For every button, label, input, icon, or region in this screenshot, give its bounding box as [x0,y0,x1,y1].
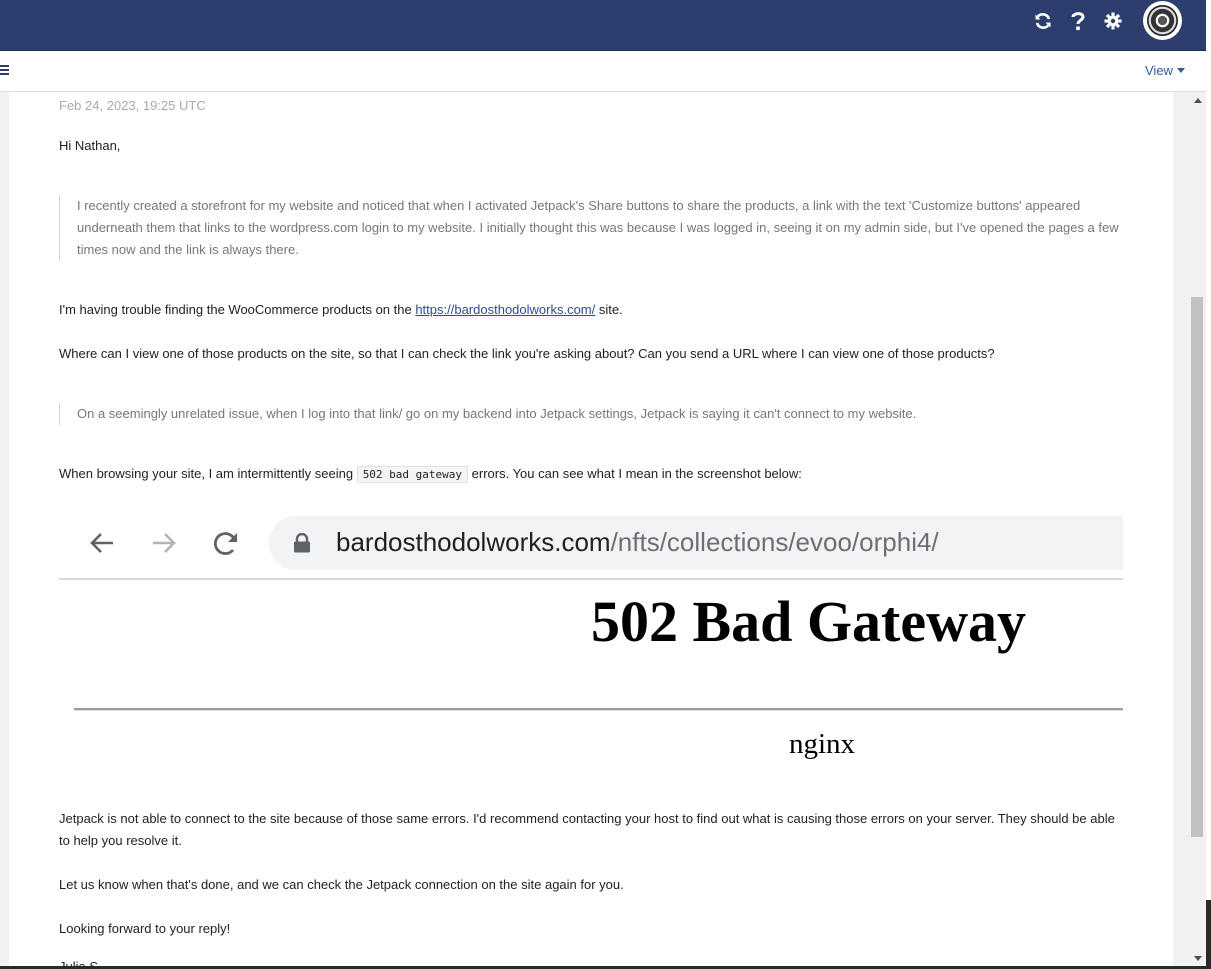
forward-arrow-icon [149,528,179,558]
gear-icon[interactable] [1102,10,1124,32]
paragraph: Let us know when that's done, and we can… [59,877,624,892]
message-card: Feb 24, 2023, 19:25 UTC Hi Nathan, I rec… [9,92,1173,969]
lock-icon [293,532,311,553]
error-title: 502 Bad Gateway [591,589,1026,654]
chevron-down-icon [1176,68,1185,73]
avatar-image [1147,5,1178,36]
reload-icon [211,528,241,558]
url-domain: bardosthodolworks.com [336,527,611,557]
greeting: Hi Nathan, [59,138,121,153]
avatar[interactable] [1143,1,1182,40]
divider [74,708,1123,711]
menu-icon[interactable] [0,65,9,76]
scroll-up-arrow-icon[interactable] [1194,98,1202,103]
paragraph: When browsing your site, I am intermitte… [59,463,802,486]
paragraph: I'm having trouble finding the WooCommer… [59,299,623,321]
help-icon[interactable] [1067,10,1089,32]
embedded-screenshot: bardosthodolworks.com/nfts/collections/e… [59,506,1123,786]
paragraph: Where can I view one of those products o… [59,346,995,361]
quote-block: On a seemingly unrelated issue, when I l… [59,403,916,425]
paragraph-text: I'm having trouble finding the WooCommer… [59,302,416,317]
message-date: Feb 24, 2023, 19:25 UTC [59,98,206,113]
paragraph-text: site. [595,302,623,317]
url-path: /nfts/collections/evoo/orphi4/ [610,527,939,557]
paragraph: Looking forward to your reply! [59,921,231,936]
paragraph-text: errors. You can see what I mean in the s… [468,466,802,481]
address-bar: bardosthodolworks.com/nfts/collections/e… [269,516,1123,570]
server-name: nginx [789,728,856,760]
top-bar [0,0,1211,51]
scrollbar-thumb[interactable] [1191,297,1203,837]
inline-code: 502 bad gateway [356,466,469,483]
paragraph-text: When browsing your site, I am intermitte… [59,466,357,481]
url-text: bardosthodolworks.com/nfts/collections/e… [336,527,939,558]
browser-toolbar: bardosthodolworks.com/nfts/collections/e… [59,506,1123,580]
message-pane: Feb 24, 2023, 19:25 UTC Hi Nathan, I rec… [0,92,1189,969]
toolbar: View [0,51,1211,92]
scrollbar[interactable] [1189,92,1206,969]
paragraph: Jetpack is not able to connect to the si… [59,811,1115,848]
back-arrow-icon [87,528,117,558]
view-dropdown[interactable]: View [1145,63,1185,78]
quote-block: I recently created a storefront for my w… [59,195,1119,261]
refresh-icon[interactable] [1032,10,1054,32]
site-link[interactable]: https://bardosthodolworks.com/ [415,302,595,317]
view-label: View [1145,63,1173,78]
window-edge [1206,0,1211,969]
scroll-down-arrow-icon[interactable] [1194,956,1202,961]
